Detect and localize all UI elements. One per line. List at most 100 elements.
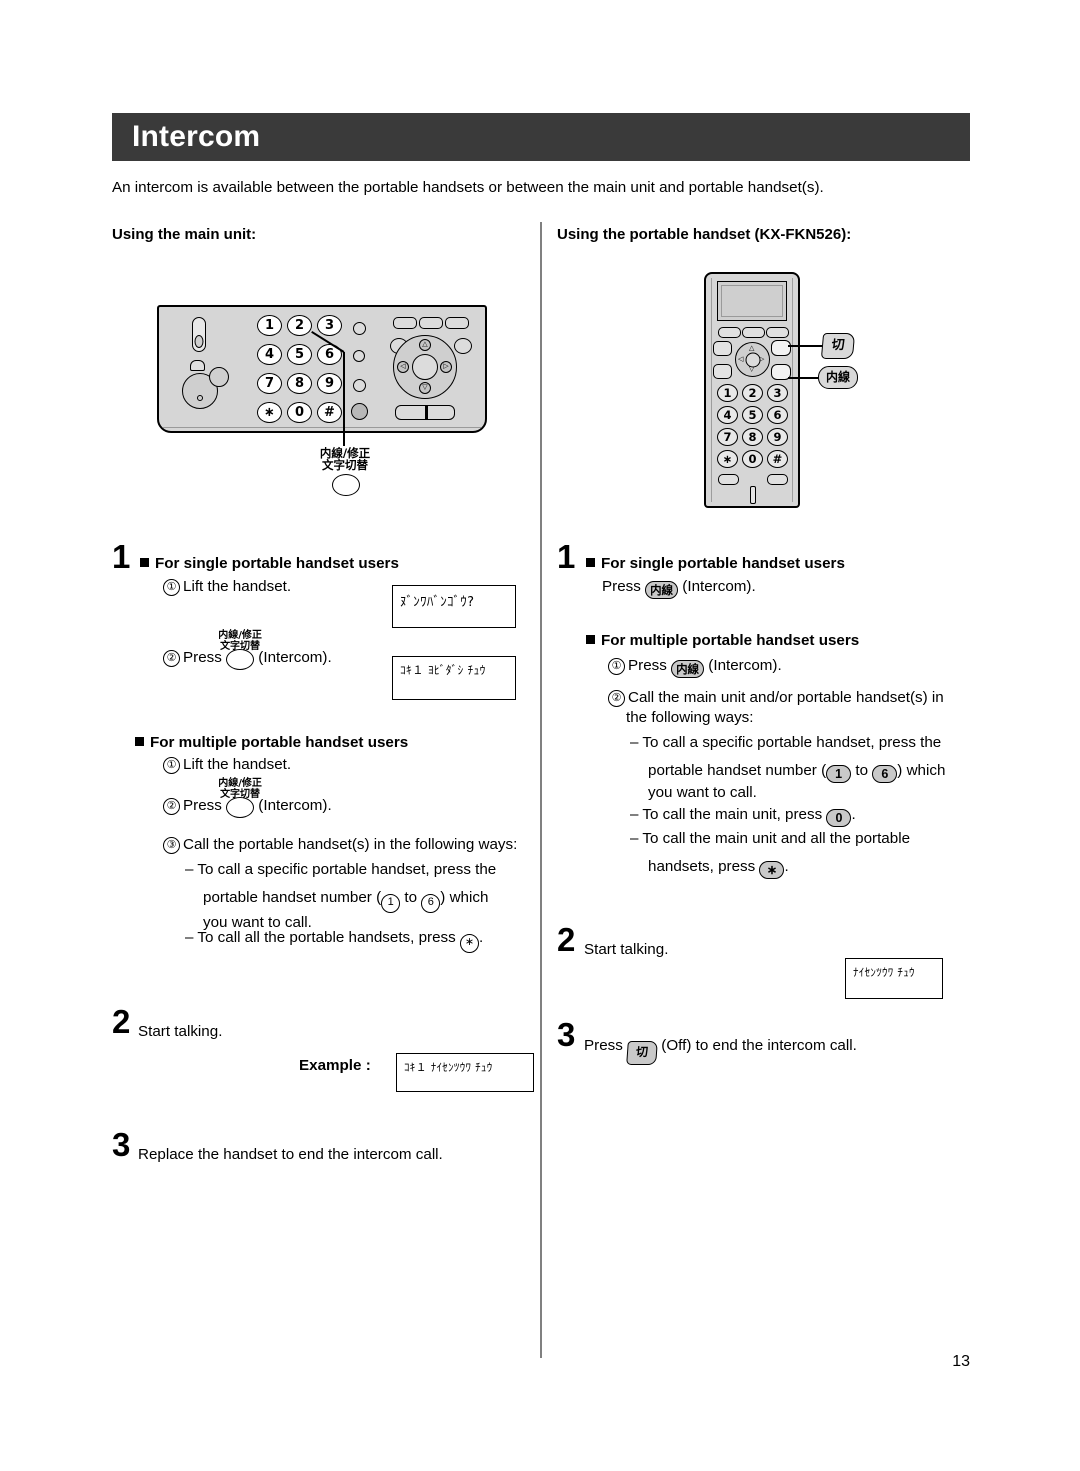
dial-key-icon-star: ∗ bbox=[459, 934, 479, 953]
handset-key-2: 2 bbox=[742, 384, 763, 402]
square-bullet-icon-3 bbox=[586, 558, 595, 567]
left-multi-item-2: ② Press 内線/修正 文字切替 (Intercom). bbox=[163, 778, 503, 820]
column-divider bbox=[540, 222, 542, 1358]
handset-callout-leader-off bbox=[788, 345, 822, 347]
dial-key-icon-1: 1 bbox=[381, 894, 401, 914]
right-step-3-text: Press 切 (Off) to end the intercom call. bbox=[584, 1036, 984, 1065]
main-unit-key-hash: # bbox=[317, 402, 342, 423]
right-dash1-line1: – To call a specific portable handset, p… bbox=[630, 734, 942, 751]
handset-bottom-key-left bbox=[718, 474, 739, 485]
handset-nav-down-icon: ▽ bbox=[749, 366, 755, 373]
page-header-bar: Intercom bbox=[112, 113, 970, 161]
intercom-key-icon-2: 内線/修正 文字切替 bbox=[218, 778, 262, 820]
intro-paragraph: An intercom is available between the por… bbox=[112, 179, 824, 196]
key-oval-2 bbox=[226, 797, 255, 818]
section-heading-main-unit: Using the main unit: bbox=[112, 226, 257, 243]
handset-bottom-key-right bbox=[767, 474, 788, 485]
left-step-3-text: Replace the handset to end the intercom … bbox=[138, 1146, 443, 1163]
main-unit-callout-leader bbox=[343, 352, 345, 446]
main-unit-key-9: 9 bbox=[317, 373, 342, 394]
main-unit-key-8: 8 bbox=[287, 373, 312, 394]
main-unit-mic-icon bbox=[190, 360, 205, 371]
main-unit-top-button-1 bbox=[393, 317, 417, 329]
left-dash1-line1: – To call a specific portable handset, p… bbox=[185, 861, 497, 878]
right-step-3-number: 3 bbox=[557, 1016, 576, 1053]
main-unit-top-button-2 bbox=[419, 317, 443, 329]
handset-number-key-icon-0: 0 bbox=[826, 809, 852, 827]
page-number: 13 bbox=[952, 1353, 970, 1370]
left-step-1-number: 1 bbox=[112, 538, 131, 575]
right-step-1-number: 1 bbox=[557, 538, 576, 575]
main-unit-speaker-small-icon bbox=[209, 367, 229, 387]
main-unit-key-1: 1 bbox=[257, 315, 282, 336]
right-multi-heading: For multiple portable handset users bbox=[586, 631, 936, 651]
intercom-key-label-1: 内線/修正 文字切替 bbox=[218, 630, 262, 652]
right-single-heading: For single portable handset users bbox=[586, 554, 926, 574]
key-oval-1 bbox=[226, 649, 255, 670]
nav-down-icon: ▽ bbox=[419, 382, 431, 394]
right-multi2-line2: the following ways: bbox=[626, 709, 754, 727]
lcd-display-1: ﾇﾞﾝﾜﾊﾞﾝｺﾞｳ? bbox=[392, 585, 516, 628]
main-unit-key-star: ∗ bbox=[257, 402, 282, 423]
left-step-3-number: 3 bbox=[112, 1126, 131, 1163]
handset-key-9: 9 bbox=[767, 428, 788, 446]
handset-softkey-1 bbox=[718, 327, 741, 338]
right-dash3-line1: – To call the main unit and all the port… bbox=[630, 830, 911, 847]
right-step-2-text: Start talking. bbox=[584, 941, 669, 958]
handset-number-key-icon-6: 6 bbox=[872, 765, 898, 784]
right-dash-item-2: – To call the main unit, press 0. bbox=[630, 806, 856, 827]
handset-callout-off-key-icon: 切 bbox=[820, 333, 856, 359]
main-unit-key-4: 4 bbox=[257, 344, 282, 365]
left-dash1-line2: portable handset number (1 to 6) which bbox=[203, 888, 525, 914]
section-heading-portable-handset: Using the portable handset (KX-FKN526): bbox=[557, 226, 852, 243]
main-unit-indicator-1 bbox=[353, 322, 366, 335]
circled-number-2r: ② bbox=[608, 690, 625, 707]
main-unit-illustration: 1 2 3 4 5 6 7 8 9 ∗ 0 # △ ▽ ◁ ▷ bbox=[157, 305, 487, 440]
nav-left-icon: ◁ bbox=[397, 361, 409, 373]
handset-key-1: 1 bbox=[717, 384, 738, 402]
left-dash-item-2: – To call all the portable handsets, pre… bbox=[185, 928, 535, 953]
left-multi-item-1: ① Lift the handset. bbox=[163, 755, 503, 775]
square-bullet-icon-4 bbox=[586, 635, 595, 644]
handset-key-0: 0 bbox=[742, 450, 763, 468]
square-bullet-icon-2 bbox=[135, 737, 144, 746]
intercom-key-icon-1: 内線/修正 文字切替 bbox=[218, 630, 262, 672]
handset-softkey-2 bbox=[742, 327, 765, 338]
handset-key-5: 5 bbox=[742, 406, 763, 424]
handset-mic-icon bbox=[750, 486, 756, 504]
left-multi-item-3: ③ Call the portable handset(s) in the fol… bbox=[163, 835, 523, 855]
main-unit-navigator-center bbox=[412, 354, 438, 380]
handset-left-key-2 bbox=[713, 364, 732, 379]
handset-nav-up-icon: △ bbox=[749, 345, 755, 352]
circled-number-2: ② bbox=[163, 650, 180, 667]
handset-number-key-icon-1: 1 bbox=[826, 765, 852, 784]
main-unit-key-0: 0 bbox=[287, 402, 312, 423]
main-unit-cradle-icon bbox=[192, 317, 206, 352]
main-unit-key-3: 3 bbox=[317, 315, 342, 336]
intercom-key-icon-r1: 内線 bbox=[645, 581, 679, 599]
handset-key-7: 7 bbox=[717, 428, 738, 446]
right-single-instruction: Press 内線 (Intercom). bbox=[602, 578, 756, 599]
lcd-display-example: ｺｷ１ ﾅｲｾﾝﾂｳﾜ ﾁｭｳ bbox=[396, 1053, 534, 1092]
left-single-heading: For single portable handset users bbox=[140, 554, 470, 574]
main-unit-key-5: 5 bbox=[287, 344, 312, 365]
dial-key-icon-6: 6 bbox=[421, 894, 441, 914]
main-unit-indicator-3 bbox=[353, 379, 366, 392]
right-step-2-number: 2 bbox=[557, 921, 576, 958]
page-title: Intercom bbox=[132, 120, 261, 153]
left-step-2-number: 2 bbox=[112, 1003, 131, 1040]
right-dash1-line2: portable handset number (1 to 6) which bbox=[648, 762, 946, 784]
lcd-display-2: ｺｷ１ ﾖﾋﾞﾀﾞｼ ﾁｭｳ bbox=[392, 656, 516, 700]
right-multi2-line1: ② Call the main unit and/or portable hand… bbox=[608, 688, 978, 708]
right-dash1-line3: you want to call. bbox=[648, 784, 757, 802]
nav-up-icon: △ bbox=[419, 339, 431, 351]
handset-callout-intercom-key-icon: 内線 bbox=[818, 366, 858, 389]
handset-off-key bbox=[771, 340, 791, 356]
handset-softkey-3 bbox=[766, 327, 789, 338]
intercom-key-icon-r2: 内線 bbox=[671, 660, 705, 678]
handset-key-hash: # bbox=[767, 450, 788, 468]
handset-key-6: 6 bbox=[767, 406, 788, 424]
right-dash-item-3: – To call the main unit and all the port… bbox=[630, 829, 980, 880]
main-unit-bar-button bbox=[395, 405, 455, 420]
nav-right-icon: ▷ bbox=[440, 361, 452, 373]
